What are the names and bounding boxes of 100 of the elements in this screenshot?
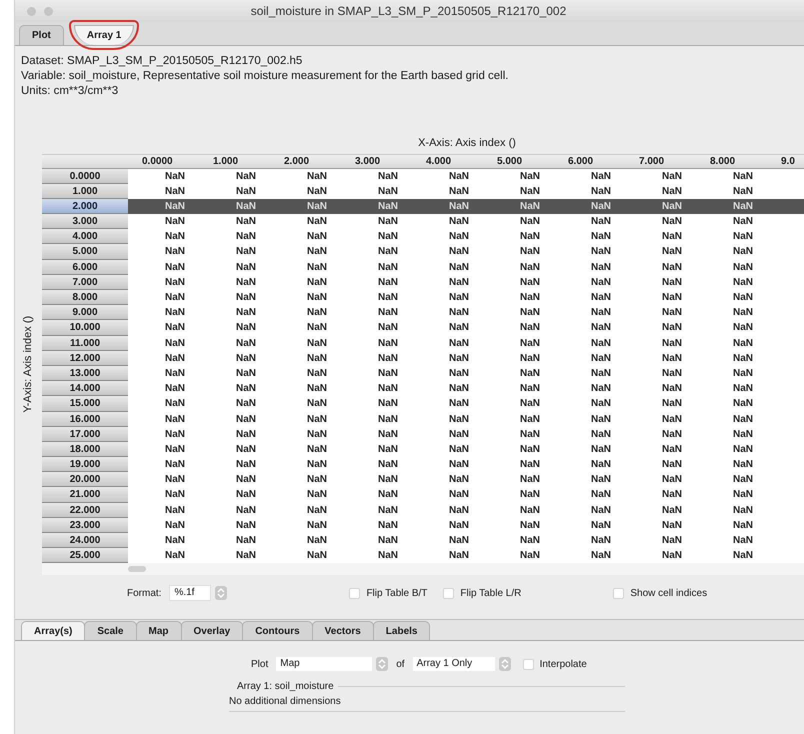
column-header[interactable]: 3.000	[341, 154, 412, 168]
row-header[interactable]: 22.000	[42, 502, 128, 518]
table-cell-text: NaN	[164, 215, 186, 230]
stepper-icon[interactable]	[215, 586, 228, 600]
row-header[interactable]: 3.000	[42, 214, 128, 230]
column-header[interactable]: 7.000	[625, 154, 696, 168]
row-header[interactable]: 24.000	[42, 533, 128, 548]
tab[interactable]: Overlay	[180, 621, 244, 640]
interpolate-checkbox[interactable]: Interpolate	[522, 656, 587, 672]
table-cell-text: NaN	[660, 442, 683, 457]
indices-checkbox[interactable]: Show cell indices	[613, 586, 708, 601]
table-cell-text: NaN	[234, 473, 257, 488]
table-cell-text: NaN	[448, 473, 470, 488]
row-header[interactable]: 25.000	[42, 548, 128, 564]
table-cell-text: NaN	[376, 230, 399, 244]
row-header[interactable]: 16.000	[42, 412, 128, 427]
column-header[interactable]: 0.0000	[128, 154, 199, 168]
table-cell-text: NaN	[732, 488, 754, 502]
table-cell-text: NaN	[164, 291, 186, 305]
table-cell-text: NaN	[306, 184, 328, 199]
column-header[interactable]: 8.000	[696, 154, 767, 168]
table-cell-text: NaN	[660, 291, 683, 305]
row-header[interactable]: 17.000	[42, 426, 128, 442]
row-header[interactable]: 10.000	[42, 320, 128, 336]
table-cell-text: NaN	[732, 412, 754, 426]
table-row[interactable]: 2.000 NaN NaN NaN NaN NaN NaN NaN NaN NaN	[42, 198, 804, 214]
table-cell-text: NaN	[306, 291, 328, 305]
scrollbar-thumb[interactable]	[128, 566, 146, 572]
row-header[interactable]: 4.000	[42, 229, 128, 244]
row-header[interactable]: 7.000	[42, 274, 128, 290]
column-header[interactable]: 2.000	[270, 154, 341, 168]
table-cell-text: NaN	[376, 473, 399, 488]
table-cell-text: NaN	[518, 534, 541, 548]
table-cell-text: NaN	[234, 200, 257, 214]
tab[interactable]: Map	[136, 621, 182, 640]
row-header[interactable]: 12.000	[42, 350, 128, 366]
stepper-icon[interactable]	[376, 657, 388, 672]
table-cell-text: NaN	[306, 260, 328, 275]
row-header[interactable]: 6.000	[42, 260, 128, 275]
table-cell-text: NaN	[660, 321, 683, 336]
column-header[interactable]: 5.000	[483, 154, 554, 168]
table-cell-text: NaN	[448, 260, 470, 275]
table-cell-text: NaN	[306, 518, 328, 533]
table-cell-text: NaN	[518, 215, 541, 230]
table-cell-text: NaN	[376, 488, 399, 502]
plot-type-dropdown[interactable]: Map	[276, 657, 372, 672]
column-header[interactable]: 4.000	[412, 154, 483, 168]
stepper-icon[interactable]	[498, 657, 511, 672]
row-header[interactable]: 0.0000	[42, 168, 128, 184]
table-row[interactable]: 0.0000 NaN NaN NaN NaN NaN NaN NaN NaN NaN	[42, 168, 804, 184]
column-header[interactable]: 1.000	[199, 154, 270, 168]
checkbox[interactable]	[613, 588, 624, 599]
tab[interactable]: Vectors	[312, 621, 374, 640]
table-cell-text: NaN	[448, 230, 470, 244]
row-header[interactable]: 23.000	[42, 518, 128, 533]
table-cell-text: NaN	[518, 504, 541, 518]
format-field[interactable]: %.1f	[169, 585, 212, 602]
tab[interactable]: Array(s)	[21, 621, 86, 640]
table-cell-text: NaN	[234, 291, 257, 305]
row-header[interactable]: 5.000	[42, 244, 128, 260]
table-cell-text: NaN	[732, 230, 754, 244]
flip-checkbox[interactable]: Flip Table L/R	[443, 586, 522, 601]
row-header[interactable]: 20.000	[42, 472, 128, 488]
column-header[interactable]: 9.0	[767, 154, 804, 168]
table-cell-text: NaN	[448, 412, 470, 426]
tab[interactable]: Plot	[19, 25, 64, 45]
table-cell-text: NaN	[518, 549, 541, 564]
row-header[interactable]: 15.000	[42, 396, 128, 412]
table-cell-text: NaN	[376, 397, 399, 412]
row-header[interactable]: 1.000	[42, 184, 128, 199]
column-header[interactable]: 6.000	[554, 154, 625, 168]
group-title: Array 1: soil_moisture	[237, 680, 334, 694]
row-header[interactable]: 2.000	[42, 198, 128, 214]
table-cell-text: NaN	[732, 321, 754, 336]
row-header[interactable]: 19.000	[42, 457, 128, 472]
flip-checkbox[interactable]: Flip Table B/T	[349, 586, 428, 601]
row-header[interactable]: 18.000	[42, 442, 128, 458]
table-cell-text: NaN	[234, 260, 257, 275]
row-header[interactable]: 9.000	[42, 305, 128, 320]
row-header[interactable]: 13.000	[42, 366, 128, 382]
table-row[interactable]: 25.000 NaN NaN NaN NaN NaN NaN NaN NaN NaN	[42, 548, 804, 564]
tab[interactable]: Scale	[84, 621, 136, 640]
checkbox[interactable]	[349, 588, 360, 599]
tab[interactable]: Labels	[372, 621, 430, 640]
table-cell-text: NaN	[732, 352, 754, 366]
table-cell-text: NaN	[164, 442, 186, 457]
row-header[interactable]: 21.000	[42, 487, 128, 503]
row-header[interactable]: 14.000	[42, 381, 128, 396]
table-cell-text: NaN	[376, 184, 399, 199]
array-dropdown[interactable]: Array 1 Only	[412, 657, 495, 672]
tab[interactable]: Contours	[242, 621, 313, 640]
table-cell-text: NaN	[164, 260, 186, 275]
checkbox[interactable]	[522, 658, 534, 670]
row-header[interactable]: 11.000	[42, 336, 128, 351]
table-cell-text: NaN	[234, 230, 257, 244]
table-cell-text: NaN	[448, 170, 470, 184]
table-cell-text: NaN	[376, 291, 399, 305]
table-cell-text: NaN	[518, 366, 541, 381]
row-header[interactable]: 8.000	[42, 290, 128, 306]
checkbox[interactable]	[443, 588, 454, 599]
